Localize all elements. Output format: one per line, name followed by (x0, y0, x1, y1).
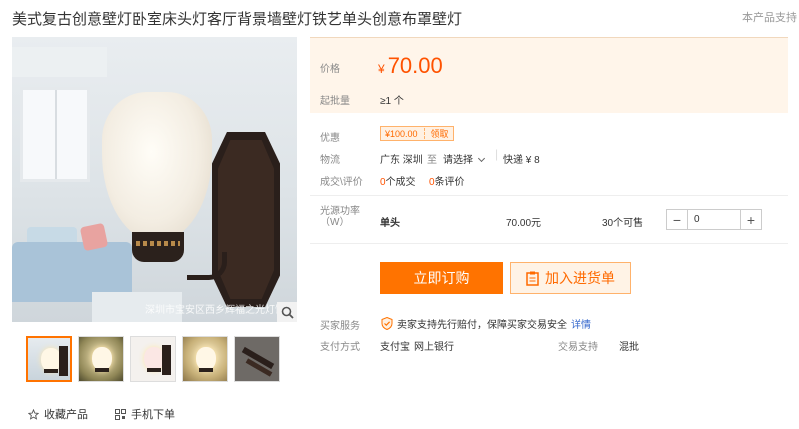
reviews-unit: 条评价 (434, 177, 465, 188)
price-value: ¥70.00 (378, 53, 443, 79)
photo-shelf (12, 47, 107, 77)
coupon-badge[interactable]: ¥100.00 领取 (380, 126, 454, 141)
moq-label: 起批量 (320, 96, 350, 107)
add-to-cart-button[interactable]: 加入进货单 (510, 262, 631, 294)
photo-pillow (79, 222, 109, 252)
price-label: 价格 (320, 64, 340, 75)
coupon-value: ¥100.00 (385, 128, 418, 139)
shield-icon (380, 317, 393, 330)
favorite-button[interactable]: 收藏产品 (28, 406, 88, 422)
shipping-fee: 快递 ¥ 8 (503, 155, 540, 166)
section-divider-2 (310, 243, 788, 244)
lamp-shade (102, 92, 212, 242)
destination-select[interactable]: 请选择 (443, 151, 486, 166)
mobile-order-label: 手机下单 (131, 409, 175, 421)
service-text: 卖家支持先行赔付，保障买家交易安全 (397, 320, 567, 331)
deals-count: 0个成交 (380, 173, 416, 188)
sku-attribute-label: 光源功率（W） (320, 206, 360, 228)
trade-support-value: 混批 (619, 342, 639, 353)
qr-code-icon (115, 408, 126, 420)
section-divider (310, 195, 788, 196)
quantity-stepper[interactable]: − 0 + (666, 209, 762, 230)
thumbnail-1[interactable] (26, 336, 72, 382)
service-detail-link[interactable]: 详情 (571, 316, 591, 331)
moq-value: ≥1 个 (380, 96, 404, 107)
thumbnail-2[interactable] (78, 336, 124, 382)
mobile-order-button[interactable]: 手机下单 (115, 406, 175, 422)
add-to-cart-label: 加入进货单 (545, 270, 615, 286)
quantity-input[interactable]: 0 (688, 210, 740, 229)
product-title: 美式复古创意壁灯卧室床头灯客厅背景墙壁灯铁艺单头创意布罩壁灯 (12, 11, 463, 28)
price-number: 70.00 (387, 53, 443, 78)
origin-city: 广东 深圳 (380, 155, 423, 166)
support-note: 本产品支持 (742, 12, 797, 24)
sku-stock: 30个可售 (602, 218, 644, 229)
promo-label: 优惠 (320, 133, 340, 144)
service-info: 卖家支持先行赔付，保障买家交易安全 详情 (380, 316, 591, 331)
thumbnail-5[interactable] (234, 336, 280, 382)
photo-watermark: 深圳市宝安区西乡辉福之光灯饰 (145, 305, 285, 316)
deals-unit: 个成交 (385, 177, 416, 188)
increase-button[interactable]: + (740, 210, 761, 229)
payment-label: 支付方式 (320, 342, 360, 353)
thumbnail-3[interactable] (130, 336, 176, 382)
separator: | (495, 147, 499, 161)
payment-method-1: 支付宝 (380, 342, 410, 353)
lamp-wall-plate-inner (218, 140, 274, 299)
buy-now-button[interactable]: 立即订购 (380, 262, 503, 294)
currency-symbol: ¥ (378, 62, 385, 76)
coupon-claim[interactable]: 领取 (431, 127, 449, 140)
sku-price: 70.00元 (506, 218, 542, 229)
main-product-image[interactable]: 深圳市宝安区西乡辉福之光灯饰 (12, 37, 297, 322)
lamp-rim (132, 232, 184, 262)
chevron-down-icon (477, 154, 486, 163)
favorite-label: 收藏产品 (44, 409, 88, 421)
destination-value: 请选择 (443, 155, 473, 166)
photo-window (20, 87, 90, 182)
star-icon (28, 408, 39, 420)
zoom-icon[interactable] (277, 302, 297, 322)
reviews-count[interactable]: 0条评价 (429, 173, 465, 188)
payment-method-2: 网上银行 (414, 342, 454, 353)
clipboard-icon (526, 271, 539, 286)
to-label: 至 (427, 155, 437, 166)
decrease-button[interactable]: − (667, 210, 688, 229)
service-label: 买家服务 (320, 321, 360, 332)
trade-support-label: 交易支持 (558, 342, 598, 353)
thumbnail-4[interactable] (182, 336, 228, 382)
logistics-label: 物流 (320, 155, 340, 166)
sales-label: 成交\评价 (320, 177, 363, 188)
sku-option: 单头 (380, 218, 400, 229)
